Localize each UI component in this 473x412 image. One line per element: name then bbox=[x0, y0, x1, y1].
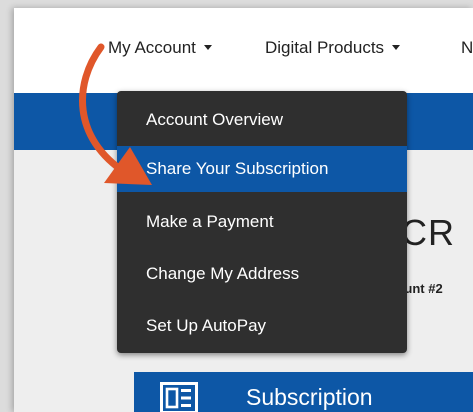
menu-item-label: Set Up AutoPay bbox=[146, 316, 267, 335]
menu-item-set-up-autopay[interactable]: Set Up AutoPay bbox=[117, 303, 407, 349]
nav-item-truncated[interactable]: N bbox=[461, 38, 473, 58]
subscription-card[interactable]: Subscription bbox=[134, 372, 473, 412]
caret-down-icon bbox=[392, 45, 401, 50]
page-viewport: My Account Digital Products N SCR ccount… bbox=[14, 8, 473, 412]
menu-item-label: Change My Address bbox=[146, 264, 300, 283]
nav-item-truncated-label: N bbox=[461, 38, 473, 57]
pointer-arrow-icon bbox=[79, 43, 152, 185]
nav-digital-products-label: Digital Products bbox=[265, 38, 385, 57]
nav-digital-products[interactable]: Digital Products bbox=[265, 38, 401, 58]
menu-item-change-my-address[interactable]: Change My Address bbox=[117, 251, 407, 297]
subscription-label: Subscription bbox=[246, 384, 373, 410]
menu-item-make-a-payment[interactable]: Make a Payment bbox=[117, 199, 407, 245]
menu-item-label: Make a Payment bbox=[146, 212, 274, 231]
menu-item-account-overview[interactable]: Account Overview bbox=[117, 97, 407, 143]
menu-item-label: Account Overview bbox=[146, 110, 283, 129]
newspaper-icon bbox=[160, 382, 198, 412]
caret-down-icon bbox=[203, 45, 212, 50]
menu-item-share-your-subscription[interactable]: Share Your Subscription bbox=[117, 146, 407, 192]
my-account-dropdown-menu: Account Overview Share Your Subscription… bbox=[117, 91, 407, 353]
menu-item-label: Share Your Subscription bbox=[146, 159, 329, 178]
